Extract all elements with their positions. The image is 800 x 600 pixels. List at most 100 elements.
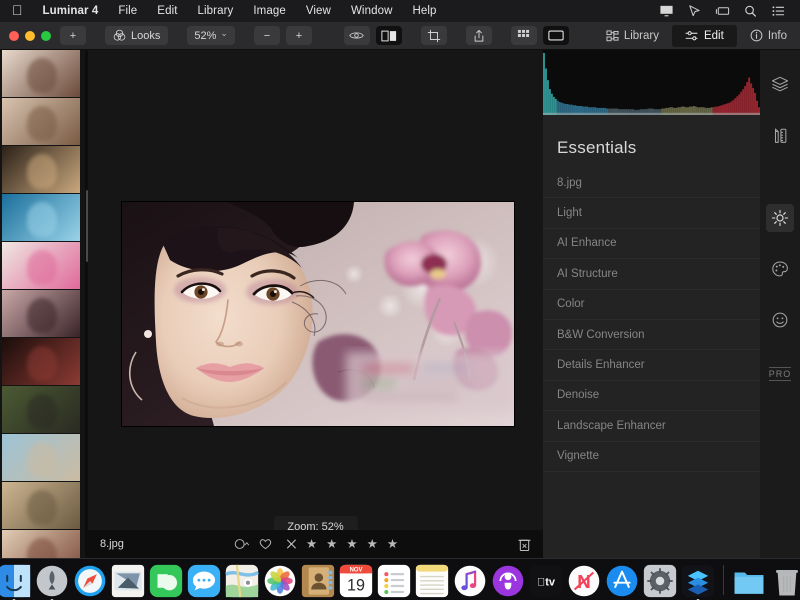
share-button[interactable] <box>466 26 492 45</box>
image-canvas[interactable]: Zoom: 52% 8.jpg ★ ★ ★ <box>88 50 543 558</box>
filmstrip-thumbnail[interactable] <box>2 290 80 337</box>
dock-item-news[interactable]: N <box>567 564 601 598</box>
color-palette-icon[interactable] <box>760 249 800 289</box>
close-button[interactable] <box>9 31 19 41</box>
adjustment-row[interactable]: Landscape Enhancer <box>543 411 760 441</box>
main-photo[interactable] <box>122 202 514 426</box>
thumb-1 <box>2 50 80 97</box>
adjustment-row[interactable]: AI Structure <box>543 259 760 289</box>
adjustment-row[interactable]: Denoise <box>543 381 760 411</box>
dock-item-trash[interactable] <box>770 564 800 598</box>
screen-sharing-icon[interactable] <box>715 4 730 18</box>
crop-button[interactable] <box>421 26 447 45</box>
adjustment-row[interactable]: 8.jpg <box>543 168 760 198</box>
dock-item-safari[interactable] <box>73 564 107 598</box>
heart-icon[interactable] <box>258 538 272 550</box>
pen-ruler-icon <box>771 127 789 145</box>
filmstrip-thumbnail[interactable] <box>2 434 80 481</box>
single-view-button[interactable] <box>543 26 569 45</box>
star-1[interactable]: ★ <box>306 538 317 551</box>
tab-edit[interactable]: Edit <box>672 25 737 47</box>
color-label-icon[interactable] <box>233 538 249 550</box>
star-5[interactable]: ★ <box>387 538 398 551</box>
adjustment-row[interactable]: Details Enhancer <box>543 350 760 380</box>
dock-item-music[interactable] <box>453 564 487 598</box>
dock-item-calendar[interactable]: NOV19 <box>339 564 373 598</box>
info-icon <box>750 29 763 42</box>
dock-item-reminders[interactable] <box>377 564 411 598</box>
minimize-button[interactable] <box>25 31 35 41</box>
filmstrip-thumbnail[interactable] <box>2 482 80 529</box>
dock-item-appletv[interactable]: tv <box>529 564 563 598</box>
filmstrip-thumbnail[interactable] <box>2 530 80 558</box>
display-icon[interactable] <box>659 4 674 18</box>
tab-info[interactable]: Info <box>737 25 800 47</box>
menu-item-window[interactable]: Window <box>341 5 403 17</box>
dock-item-photos[interactable] <box>263 564 297 598</box>
dock-item-mail[interactable] <box>111 564 145 598</box>
tools-icon[interactable] <box>760 116 800 156</box>
palette-glyph-icon <box>771 260 789 278</box>
adjustment-row[interactable]: AI Enhance <box>543 229 760 259</box>
light-sun-icon[interactable] <box>766 204 794 232</box>
control-center-icon[interactable] <box>771 4 786 18</box>
adjustment-list: 8.jpgLightAI EnhanceAI StructureColorB&W… <box>543 168 760 472</box>
menu-item-file[interactable]: File <box>108 5 147 17</box>
preview-eye-button[interactable] <box>344 26 370 45</box>
menu-item-library[interactable]: Library <box>188 5 244 17</box>
dock-item-facetime[interactable] <box>149 564 183 598</box>
thumb-5 <box>2 242 80 289</box>
delete-control[interactable] <box>518 537 531 552</box>
dock-item-systempreferences[interactable] <box>643 564 677 598</box>
dock-item-luminar[interactable] <box>681 564 715 598</box>
portrait-face-icon[interactable] <box>760 300 800 340</box>
dock-item-finder[interactable] <box>0 564 31 598</box>
adjustment-row[interactable]: Color <box>543 290 760 320</box>
filmstrip-thumbnail[interactable] <box>2 386 80 433</box>
cursor-pointer-icon[interactable] <box>687 4 702 18</box>
filmstrip-panel[interactable] <box>0 50 85 558</box>
menu-item-help[interactable]: Help <box>402 5 446 17</box>
thumbnail-subject <box>27 346 57 381</box>
menu-item-view[interactable]: View <box>296 5 341 17</box>
apple-logo-icon[interactable]:  <box>8 3 33 19</box>
zoom-level-dropdown[interactable]: 52% ⌄ <box>187 26 235 45</box>
dock-item-messages[interactable] <box>187 564 221 598</box>
menu-item-edit[interactable]: Edit <box>147 5 187 17</box>
tab-edit-label: Edit <box>704 30 724 42</box>
zoom-in-button[interactable]: + <box>286 26 312 45</box>
compare-split-button[interactable] <box>376 26 402 45</box>
adjustment-row[interactable]: Light <box>543 198 760 228</box>
layers-icon[interactable] <box>760 64 800 104</box>
maximize-button[interactable] <box>41 31 51 41</box>
grid-view-button[interactable] <box>511 26 537 45</box>
filmstrip-thumbnail[interactable] <box>2 242 80 289</box>
dock-item-contacts[interactable] <box>301 564 335 598</box>
dock-item-downloads-folder[interactable] <box>732 564 766 598</box>
star-2[interactable]: ★ <box>326 538 337 551</box>
menu-item-luminar[interactable]: Luminar 4 <box>33 5 109 17</box>
filmstrip-thumbnail[interactable] <box>2 338 80 385</box>
dock-item-notes[interactable] <box>415 564 449 598</box>
reject-x-icon[interactable] <box>285 538 297 550</box>
adjustment-row[interactable]: Vignette <box>543 442 760 472</box>
tab-library[interactable]: Library <box>593 25 672 47</box>
compare-split-icon <box>381 30 397 42</box>
trash-icon[interactable] <box>518 537 531 552</box>
dock-item-launchpad[interactable] <box>35 564 69 598</box>
star-3[interactable]: ★ <box>346 538 357 551</box>
filmstrip-thumbnail[interactable] <box>2 98 80 145</box>
star-4[interactable]: ★ <box>367 538 378 551</box>
dock-item-podcasts[interactable] <box>491 564 525 598</box>
filmstrip-thumbnail[interactable] <box>2 50 80 97</box>
add-image-button[interactable]: + <box>60 26 86 45</box>
dock-item-appstore[interactable] <box>605 564 639 598</box>
search-icon[interactable] <box>743 4 758 18</box>
filmstrip-thumbnail[interactable] <box>2 146 80 193</box>
menu-item-image[interactable]: Image <box>243 5 295 17</box>
looks-button[interactable]: Looks <box>105 26 168 45</box>
zoom-out-button[interactable]: − <box>254 26 280 45</box>
dock-item-maps[interactable] <box>225 564 259 598</box>
filmstrip-thumbnail[interactable] <box>2 194 80 241</box>
adjustment-row[interactable]: B&W Conversion <box>543 320 760 350</box>
